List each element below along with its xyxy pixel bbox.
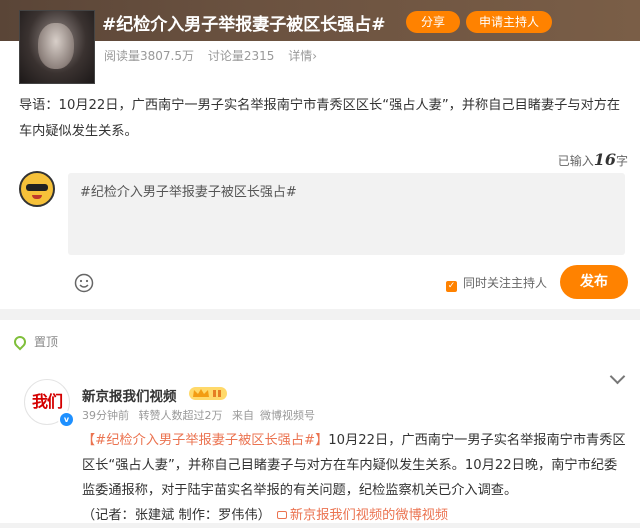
member-crown-icon[interactable]	[189, 386, 227, 401]
post-button[interactable]: 发布	[560, 265, 628, 299]
pinned-label: 置顶	[11, 333, 58, 351]
post-body: 【#纪检介入男子举报妻子被区长强占#】10月22日，广西南宁一男子实名举报南宁市…	[82, 428, 630, 528]
post-source[interactable]: 微博视频号	[260, 409, 315, 422]
share-button[interactable]: 分享	[406, 11, 460, 33]
video-link[interactable]: 新京报我们视频的微博视频	[290, 508, 448, 523]
verified-icon: v	[58, 411, 75, 428]
char-counter: 已输入16字	[557, 150, 628, 169]
compose-textarea[interactable]: #纪检介入男子举报妻子被区长强占#	[68, 173, 625, 255]
pin-icon	[11, 333, 29, 351]
topic-cover-image	[19, 10, 95, 84]
topic-title: #纪检介入男子举报妻子被区长强占#	[102, 15, 386, 35]
post-credits: （记者：张建斌 制作：罗伟伟）	[82, 508, 271, 523]
emoji-icon[interactable]	[74, 273, 94, 293]
checkbox-checked-icon[interactable]: ✓	[446, 281, 457, 292]
repost-count: 转赞人数超过2万	[138, 409, 223, 422]
topic-stats: 阅读量3807.5万 讨论量2315 详情›	[104, 47, 327, 64]
author-name[interactable]: 新京报我们视频	[82, 385, 177, 405]
apply-host-button[interactable]: 申请主持人	[466, 11, 552, 33]
hashtag-link[interactable]: 【#纪检介入男子举报妻子被区长强占#】	[82, 433, 328, 448]
post-meta: 39分钟前 转赞人数超过2万 来自 微博视频号	[82, 409, 315, 422]
char-count: 16	[593, 150, 616, 169]
details-link[interactable]: 详情›	[288, 49, 317, 63]
follow-host-checkbox[interactable]: ✓ 同时关注主持人	[446, 274, 547, 292]
topic-card: #纪检介入男子举报妻子被区长强占# 分享 申请主持人 阅读量3807.5万 讨论…	[0, 0, 640, 309]
video-icon	[276, 511, 287, 519]
post-time[interactable]: 39分钟前	[82, 409, 129, 422]
user-avatar[interactable]	[19, 171, 55, 207]
read-count: 阅读量3807.5万	[104, 49, 194, 63]
topic-intro: 导语：10月22日，广西南宁一男子实名举报南宁市青秀区区长“强占人妻”，并称自己…	[19, 98, 621, 139]
discussion-count: 讨论量2315	[207, 49, 275, 63]
